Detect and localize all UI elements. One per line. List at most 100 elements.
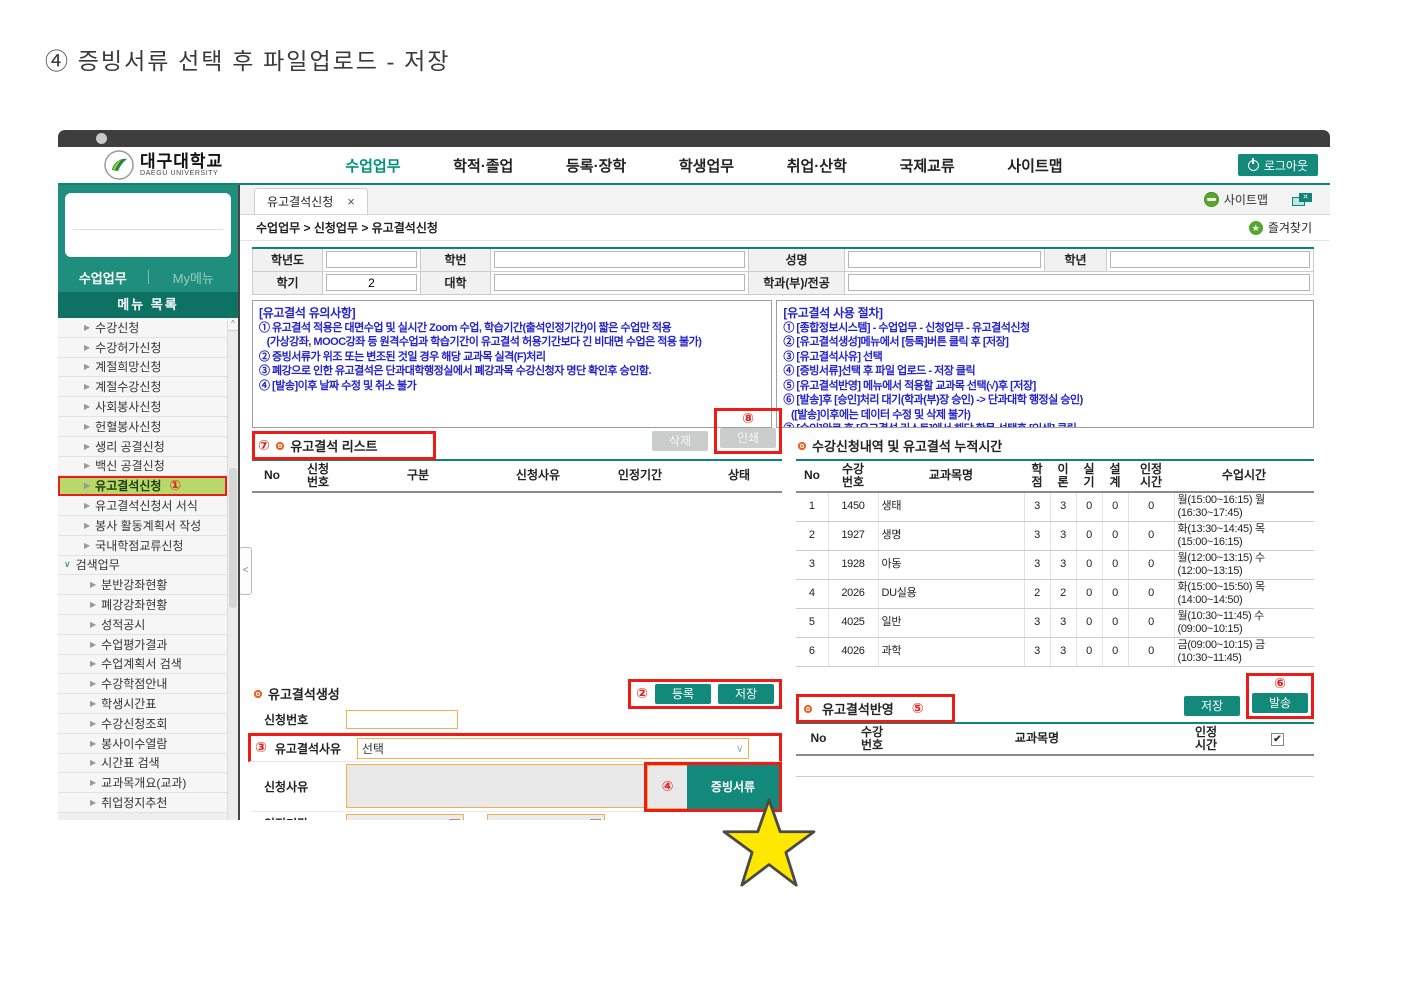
register-button[interactable]: 등록 — [655, 684, 711, 704]
star-annotation — [722, 798, 816, 888]
table-row[interactable]: 42026DU실용22000화(15:00~15:50) 목(14:00~14:… — [796, 579, 1314, 608]
print-button[interactable]: 인쇄 — [720, 428, 776, 448]
notice-line: ① [종합정보시스템] - 수업업무 - 신청업무 - 유고결석신청 — [783, 321, 1307, 336]
period-from-input[interactable] — [346, 814, 464, 821]
reqno-row: 신청번호 — [252, 708, 782, 733]
table-row[interactable]: 31928아동33000월(12:00~13:15) 수(12:00~13:15… — [796, 550, 1314, 579]
sidebar-item-label: 봉사이수열람 — [101, 735, 167, 752]
nav-item[interactable]: 학생업무 — [679, 155, 734, 176]
send-button[interactable]: 발송 — [1252, 693, 1308, 713]
table-cell: 0 — [1076, 637, 1102, 666]
sidebar-scrollbar[interactable]: ^ — [227, 318, 238, 820]
table-row[interactable]: 54025일반33000월(10:30~11:45) 수(09:00~10:15… — [796, 608, 1314, 637]
sidebar-item[interactable]: ▶수강신청 — [58, 318, 227, 338]
sidebar-item[interactable]: ▶헌혈봉사신청 — [58, 417, 227, 437]
sidebar-item[interactable]: ▶생리 공결신청 — [58, 437, 227, 457]
window-popup-icon[interactable]: ✕ — [1292, 193, 1312, 207]
sidebar-item[interactable]: ▶학생시간표 — [58, 694, 227, 714]
sidebar-item[interactable]: ▶교과목개요(교과) — [58, 773, 227, 793]
sidebar-tab-work[interactable]: 수업업무 — [58, 268, 148, 287]
calendar-icon[interactable] — [449, 819, 460, 821]
sidebar-item[interactable]: ▶백신 공결신청 — [58, 457, 227, 477]
table-cell: 금(09:00~10:15) 금(10:30~11:45) — [1174, 637, 1314, 666]
sidebar-item[interactable]: ▶국내학점교류신청 — [58, 536, 227, 556]
sidebar-item[interactable]: ▶취업정지추천 — [58, 793, 227, 813]
table-row[interactable]: 21927생명33000화(13:30~14:45) 목(15:00~16:15… — [796, 521, 1314, 550]
sidebar-tab-mymenu[interactable]: My메뉴 — [149, 268, 239, 287]
nav-item[interactable]: 학적·졸업 — [453, 155, 513, 176]
period-row: 인정기간 ~ — [252, 812, 782, 821]
page-title: ④ 증빙서류 선택 후 파일업로드 - 저장 — [45, 42, 450, 76]
term-label: 학기 — [253, 271, 323, 294]
save-button[interactable]: 저장 — [718, 684, 774, 704]
close-icon[interactable]: × — [347, 194, 355, 209]
breadcrumb: 수업업무 > 신청업무 > 유고결석신청 — [256, 219, 438, 236]
scroll-up-icon[interactable]: ^ — [228, 318, 238, 331]
sidebar-item[interactable]: ▶수강허가신청 — [58, 338, 227, 358]
sidebar-item[interactable]: ▶수업평가결과 — [58, 635, 227, 655]
apply-save-button[interactable]: 저장 — [1184, 696, 1240, 716]
sidebar-item[interactable]: ▶성적공시 — [58, 615, 227, 635]
period-to-input[interactable] — [487, 814, 605, 821]
table-cell: 3 — [1050, 608, 1076, 637]
college-input[interactable] — [494, 274, 745, 291]
nav-item[interactable]: 등록·장학 — [566, 155, 626, 176]
sidebar-item[interactable]: ▶수강학점안내 — [58, 674, 227, 694]
calendar-icon[interactable] — [590, 819, 601, 821]
university-logo[interactable]: 대구대학교 DAEGU UNIVERSITY — [104, 150, 289, 180]
name-input[interactable] — [848, 251, 1041, 268]
sidebar-item[interactable]: ▶봉사이수열람 — [58, 734, 227, 754]
sidebar-item[interactable]: ▶유고결석신청서 서식 — [58, 496, 227, 516]
table-row[interactable]: 11450생태33000월(15:00~16:15) 월(16:30~17:45… — [796, 492, 1314, 522]
notice-line: ③ [유고결석사유] 선택 — [783, 350, 1307, 365]
grade-input[interactable] — [1110, 251, 1310, 268]
table-cell: 2 — [1050, 579, 1076, 608]
sidebar-item-label: 계절수강신청 — [95, 378, 161, 395]
reqno-label: 신청번호 — [252, 711, 346, 728]
sidebar-item[interactable]: ▶유고결석신청① — [58, 476, 227, 496]
scrollbar-thumb[interactable] — [229, 468, 237, 608]
grade-label: 학년 — [1045, 248, 1107, 271]
dept-input[interactable] — [848, 274, 1310, 291]
nav-item[interactable]: 사이트맵 — [1007, 155, 1062, 176]
sidebar-item[interactable]: ▶수강신청조회 — [58, 714, 227, 734]
logout-button[interactable]: 로그아웃 — [1238, 154, 1318, 176]
nav-item[interactable]: 취업·산학 — [787, 155, 847, 176]
sidebar-item[interactable]: ▶분반강좌현황 — [58, 575, 227, 595]
studentno-input[interactable] — [494, 251, 745, 268]
table-cell: 2 — [1024, 579, 1050, 608]
tab-excused-absence[interactable]: 유고결석신청 × — [254, 188, 368, 214]
studentno-label: 학번 — [421, 248, 491, 271]
delete-button[interactable]: 삭제 — [652, 431, 708, 451]
sidebar-item[interactable]: ▶수업계획서 검색 — [58, 655, 227, 675]
sidebar-item[interactable]: ▶봉사 활동계획서 작성 — [58, 516, 227, 536]
sidebar-collapse-handle[interactable]: < — [240, 547, 252, 595]
sidebar-item[interactable]: ▶시간표 검색 — [58, 754, 227, 774]
detail-textarea[interactable] — [346, 764, 646, 808]
select-all-checkbox[interactable]: ✔ — [1271, 733, 1284, 746]
sidebar-item[interactable]: ▶사회봉사신청 — [58, 397, 227, 417]
table-cell: 5 — [796, 608, 828, 637]
sitemap-button[interactable]: 사이트맵 — [1204, 191, 1268, 208]
tab-label: 유고결석신청 — [267, 193, 333, 210]
year-input[interactable] — [326, 251, 417, 268]
term-input[interactable] — [326, 274, 417, 291]
sidebar-item-label: 유고결석신청서 서식 — [95, 497, 198, 514]
table-cell: 2026 — [828, 579, 878, 608]
sidebar-item[interactable]: ▶계절수강신청 — [58, 377, 227, 397]
nav-item[interactable]: 수업업무 — [345, 155, 400, 176]
nav-item[interactable]: 국제교류 — [900, 155, 955, 176]
arrow-right-icon: ▶ — [84, 362, 90, 371]
name-label: 성명 — [749, 248, 845, 271]
column-header: ✔ — [1241, 723, 1314, 755]
enroll-table-body: 11450생태33000월(15:00~16:15) 월(16:30~17:45… — [796, 492, 1314, 667]
arrow-right-icon: ▶ — [90, 719, 96, 728]
reqno-input[interactable] — [346, 710, 458, 729]
reason-select[interactable]: 선택 ∨ — [357, 738, 749, 759]
sidebar-item[interactable]: ▶계절희망신청 — [58, 358, 227, 378]
sidebar-item[interactable]: ∨검색업무 — [58, 556, 227, 576]
sidebar-item[interactable]: ▶폐강강좌현황 — [58, 595, 227, 615]
favorite-button[interactable]: ★ 즐겨찾기 — [1249, 219, 1312, 236]
table-row[interactable]: 64026과학33000금(09:00~10:15) 금(10:30~11:45… — [796, 637, 1314, 666]
column-header: No — [796, 460, 828, 492]
